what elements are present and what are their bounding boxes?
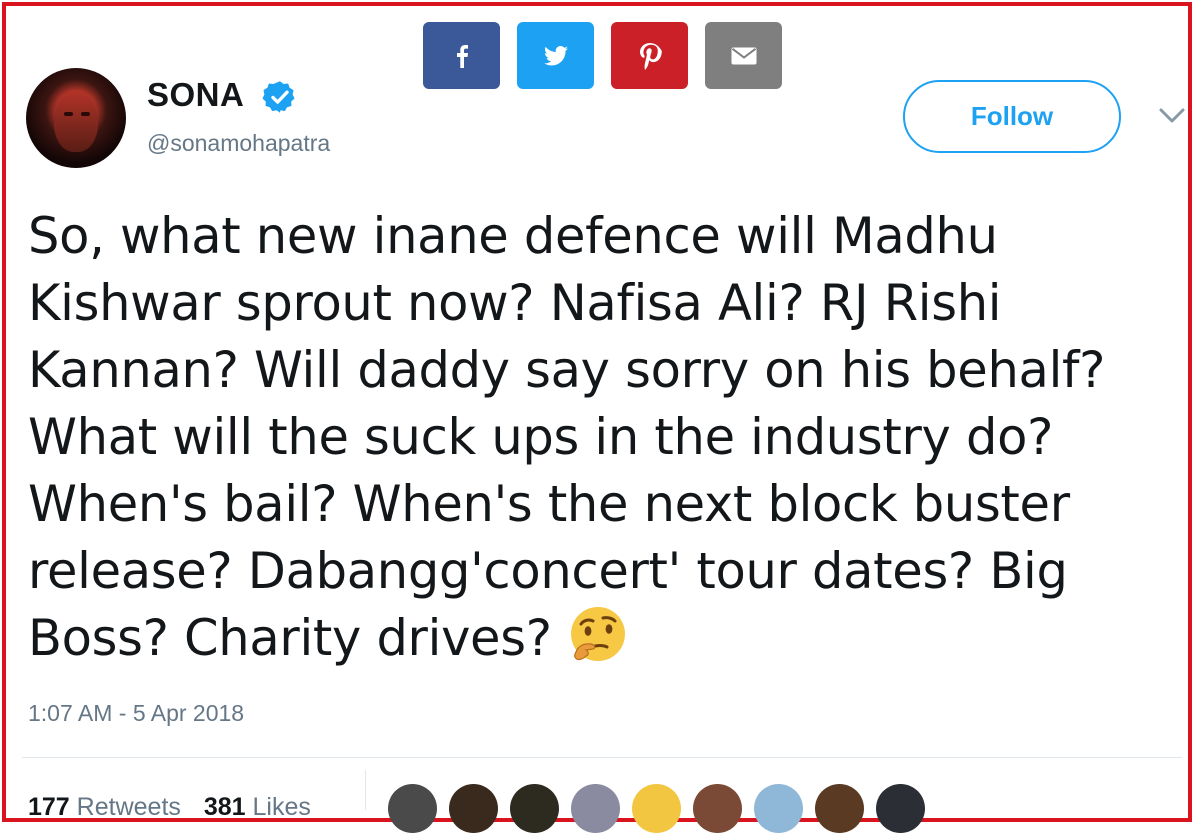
facebook-icon <box>456 44 468 68</box>
tweet-text-line: Kannan? Will daddy say sorry on his beha… <box>28 341 1106 399</box>
twitter-icon <box>543 45 568 65</box>
liker-avatar[interactable] <box>510 784 559 833</box>
follow-button[interactable]: Follow <box>903 80 1121 153</box>
liker-avatar[interactable] <box>754 784 803 833</box>
share-bar <box>423 22 782 89</box>
display-name[interactable]: SONA <box>147 76 244 114</box>
email-share-button[interactable] <box>705 22 782 89</box>
liker-avatar[interactable] <box>571 784 620 833</box>
liker-avatar[interactable] <box>388 784 437 833</box>
liker-avatar[interactable] <box>876 784 925 833</box>
tweet-text-line: When's bail? When's the next block buste… <box>28 475 1070 533</box>
envelope-icon <box>731 47 756 64</box>
avatar-eye-right <box>81 112 90 116</box>
liker-avatar[interactable] <box>632 784 681 833</box>
tweet-text-line: Boss? Charity drives? <box>28 609 552 667</box>
liker-avatars <box>388 784 925 833</box>
tweet-text-line: Kishwar sprout now? Nafisa Ali? RJ Rishi <box>28 274 1002 332</box>
twitter-share-button[interactable] <box>517 22 594 89</box>
likes-count[interactable]: 381 <box>204 793 246 821</box>
likes-label[interactable]: Likes <box>253 793 311 821</box>
avatar-face <box>54 90 98 152</box>
retweets-count[interactable]: 177 <box>28 793 70 821</box>
tweet-text-last-line: Boss? Charity drives? <box>28 605 1178 674</box>
facebook-share-button[interactable] <box>423 22 500 89</box>
pinterest-share-button[interactable] <box>611 22 688 89</box>
avatar[interactable] <box>26 68 126 168</box>
liker-avatar[interactable] <box>449 784 498 833</box>
tweet-text-line: release? Dabangg'concert' tour dates? Bi… <box>28 542 1068 600</box>
chevron-down-icon[interactable] <box>1158 107 1186 125</box>
tweet-text-line: What will the suck ups in the industry d… <box>28 408 1054 466</box>
engagement-stats: 177 Retweets 381 Likes <box>28 793 327 822</box>
stats-divider <box>365 770 366 810</box>
tweet-text-line: So, what new inane defence will Madhu <box>28 207 998 265</box>
pinterest-icon <box>639 42 662 70</box>
divider <box>22 757 1182 758</box>
thinking-face-icon <box>570 606 625 661</box>
liker-avatar[interactable] <box>815 784 864 833</box>
tweet-text: So, what new inane defence will Madhu Ki… <box>28 203 1178 674</box>
user-handle[interactable]: @sonamohapatra <box>147 130 330 157</box>
avatar-eye-left <box>64 112 73 116</box>
liker-avatar[interactable] <box>693 784 742 833</box>
retweets-label[interactable]: Retweets <box>77 793 181 821</box>
tweet-timestamp[interactable]: 1:07 AM - 5 Apr 2018 <box>28 700 244 727</box>
verified-badge-icon <box>262 81 295 113</box>
